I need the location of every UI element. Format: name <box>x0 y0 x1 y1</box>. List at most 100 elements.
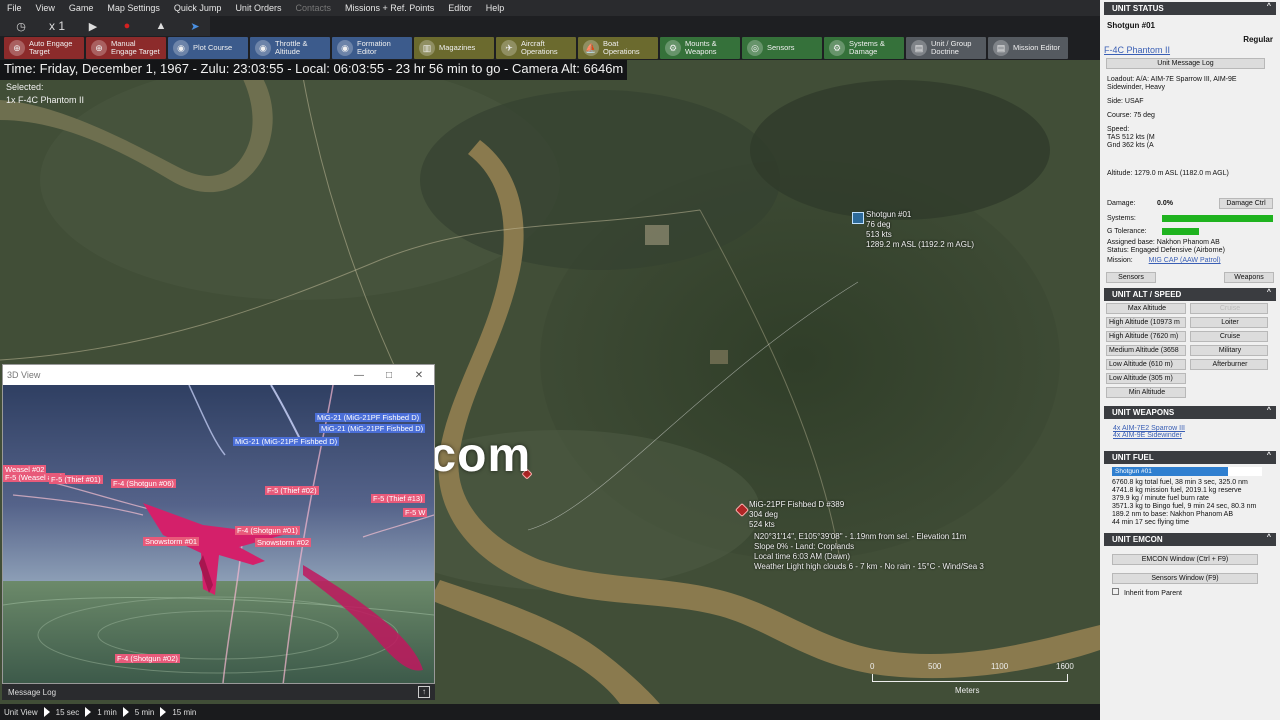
collapse-icon[interactable]: ^ <box>1267 534 1271 541</box>
3d-label[interactable]: F-5 W <box>403 508 428 517</box>
step-arrow-icon[interactable] <box>43 707 50 717</box>
3d-label[interactable]: F-5 (Thief #13) <box>371 494 425 503</box>
3d-label[interactable]: F-4 (Shotgun #06) <box>111 479 176 488</box>
toolbar-aircraft-operations-button[interactable]: ✈ Aircraft Operations <box>496 37 576 59</box>
3d-label[interactable]: F-5 (Thief #01) <box>49 475 103 484</box>
menu-contacts[interactable]: Contacts <box>288 3 338 13</box>
step-5min[interactable]: 5 min <box>135 708 155 717</box>
emcon-window-button[interactable]: EMCON Window (Ctrl + F9) <box>1112 554 1258 565</box>
clock-icon[interactable]: ◷ <box>6 18 36 34</box>
speed-military-button[interactable]: Military <box>1190 345 1268 356</box>
inherit-label: Inherit from Parent <box>1123 590 1182 597</box>
camera-icon[interactable]: ▲ <box>146 18 176 34</box>
weapons-list: 4x AIM-7E2 Sparrow III 4x AIM-9E Sidewin… <box>1100 419 1280 439</box>
message-log-bar[interactable]: Message Log ↑ <box>2 684 435 700</box>
toolbar-formation-editor-button[interactable]: ◉ Formation Editor <box>332 37 412 59</box>
damage-control-button[interactable]: Damage Ctrl <box>1219 198 1273 209</box>
toolbar-mission-editor-button[interactable]: ▤ Mission Editor <box>988 37 1068 59</box>
weapon-item[interactable]: 4x AIM-9E Sidewinder <box>1113 432 1280 439</box>
menu-unit-orders[interactable]: Unit Orders <box>228 3 288 13</box>
toolbar-plot-course-button[interactable]: ◉ Plot Course <box>168 37 248 59</box>
fuel-header[interactable]: UNIT FUEL ^ <box>1104 451 1276 464</box>
menu-help[interactable]: Help <box>479 3 512 13</box>
3d-label[interactable]: F-5 (Thief #02) <box>265 486 319 495</box>
toolbar-magazines-button[interactable]: ▥ Magazines <box>414 37 494 59</box>
unit-class-link[interactable]: F-4C Phantom II <box>1100 46 1280 55</box>
minimize-icon[interactable]: — <box>344 370 374 381</box>
3d-view-scene[interactable]: MiG-21 (MiG-21PF Fishbed D) MiG-21 (MiG-… <box>3 385 434 683</box>
menu-game[interactable]: Game <box>62 3 101 13</box>
3d-label[interactable]: MiG-21 (MiG-21PF Fishbed D) <box>315 413 422 422</box>
map-hover-info: N20°31'14", E105°39'08" - 1.19nm from se… <box>754 532 984 572</box>
unit-status-line: Status: Engaged Defensive (Airborne) <box>1107 247 1225 254</box>
alt-medium-button[interactable]: Medium Altitude (3658 <box>1106 345 1186 356</box>
3d-label[interactable]: F-4 (Shotgun #01) <box>235 526 300 535</box>
step-arrow-icon[interactable] <box>160 707 167 717</box>
collapse-icon[interactable]: ^ <box>1267 3 1271 10</box>
3d-label[interactable]: MiG-21 (MiG-21PF Fishbed D) <box>319 424 426 433</box>
menu-quick-jump[interactable]: Quick Jump <box>167 3 229 13</box>
toolbar-boat-operations-button[interactable]: ⛵ Boat Operations <box>578 37 658 59</box>
pointer-icon[interactable]: ➤ <box>180 18 210 34</box>
mission-link[interactable]: MIG CAP (AAW Patrol) <box>1149 257 1221 264</box>
toolbar-manual-engage-target-button[interactable]: ⊕ Manual Engage Target <box>86 37 166 59</box>
collapse-icon[interactable]: ^ <box>1267 452 1271 459</box>
menu-editor[interactable]: Editor <box>441 3 479 13</box>
menu-view[interactable]: View <box>29 3 62 13</box>
alt-speed-header[interactable]: UNIT ALT / SPEED ^ <box>1104 288 1276 301</box>
play-icon[interactable]: ▶ <box>78 18 108 34</box>
weapons-header[interactable]: UNIT WEAPONS ^ <box>1104 406 1276 419</box>
gtol-label: G Tolerance: <box>1107 228 1147 235</box>
step-15sec[interactable]: 15 sec <box>56 708 80 717</box>
toolbar-unit-group-doctrine-button[interactable]: ▤ Unit / Group Doctrine <box>906 37 986 59</box>
menu-file[interactable]: File <box>0 3 29 13</box>
menu-missions[interactable]: Missions + Ref. Points <box>338 3 441 13</box>
collapse-icon[interactable]: ^ <box>1267 289 1271 296</box>
toolbar-mounts-weapons-button[interactable]: ⚙ Mounts & Weapons <box>660 37 740 59</box>
toolbar-icon: ⛵ <box>583 40 599 56</box>
weapon-item[interactable]: 4x AIM-7E2 Sparrow III <box>1113 425 1280 432</box>
sensors-button[interactable]: Sensors <box>1106 272 1156 283</box>
record-icon[interactable]: ● <box>112 18 142 34</box>
sensors-window-button[interactable]: Sensors Window (F9) <box>1112 573 1258 584</box>
inherit-checkbox[interactable] <box>1112 588 1119 595</box>
unit-proficiency: Regular <box>1243 35 1273 44</box>
alt-high-10973-button[interactable]: High Altitude (10973 m <box>1106 317 1186 328</box>
step-arrow-icon[interactable] <box>85 707 92 717</box>
alt-low-610-button[interactable]: Low Altitude (610 m) <box>1106 359 1186 370</box>
step-1min[interactable]: 1 min <box>97 708 117 717</box>
speed-afterburner-button[interactable]: Afterburner <box>1190 359 1268 370</box>
alt-low-305-button[interactable]: Low Altitude (305 m) <box>1106 373 1186 384</box>
emcon-header[interactable]: UNIT EMCON ^ <box>1104 533 1276 546</box>
toolbar-systems-damage-button[interactable]: ⚙ Systems & Damage <box>824 37 904 59</box>
maximize-icon[interactable]: □ <box>374 370 404 381</box>
unit-status-header[interactable]: UNIT STATUS ^ <box>1104 2 1276 15</box>
toolbar-auto-engage-target-button[interactable]: ⊕ Auto Engage Target <box>4 37 84 59</box>
3d-view-window[interactable]: 3D View — □ ✕ MiG-21 (MiG-21PF Fishbed D… <box>2 364 435 684</box>
toolbar-label: Throttle & Altitude <box>275 39 308 56</box>
unit-message-log-button[interactable]: Unit Message Log <box>1106 58 1265 69</box>
3d-label[interactable]: Snowstorm #01 <box>143 537 200 546</box>
friendly-unit-icon[interactable] <box>852 212 864 224</box>
collapse-icon[interactable]: ^ <box>1267 407 1271 414</box>
3d-label[interactable]: Snowstorm #02 <box>255 538 312 547</box>
step-15min[interactable]: 15 min <box>172 708 196 717</box>
menu-map-settings[interactable]: Map Settings <box>100 3 167 13</box>
alt-high-7620-button[interactable]: High Altitude (7620 m) <box>1106 331 1186 342</box>
toolbar-label: Auto Engage Target <box>29 39 73 56</box>
toolbar-sensors-button[interactable]: ◎ Sensors <box>742 37 822 59</box>
weapons-button[interactable]: Weapons <box>1224 272 1274 283</box>
alt-max-button[interactable]: Max Altitude <box>1106 303 1186 314</box>
toolbar-throttle-altitude-button[interactable]: ◉ Throttle & Altitude <box>250 37 330 59</box>
speed-cruise-button[interactable]: Cruise <box>1190 331 1268 342</box>
expand-icon[interactable]: ↑ <box>418 686 430 698</box>
time-compression[interactable]: x 1 <box>40 19 74 33</box>
speed-cruise-disabled-button[interactable]: Cruise <box>1190 303 1268 314</box>
close-icon[interactable]: ✕ <box>404 370 434 381</box>
3d-label[interactable]: F-4 (Shotgun #02) <box>115 654 180 663</box>
speed-loiter-button[interactable]: Loiter <box>1190 317 1268 328</box>
3d-view-titlebar[interactable]: 3D View — □ ✕ <box>3 365 434 385</box>
alt-min-button[interactable]: Min Altitude <box>1106 387 1186 398</box>
step-arrow-icon[interactable] <box>122 707 129 717</box>
3d-label[interactable]: MiG-21 (MiG-21PF Fishbed D) <box>233 437 340 446</box>
